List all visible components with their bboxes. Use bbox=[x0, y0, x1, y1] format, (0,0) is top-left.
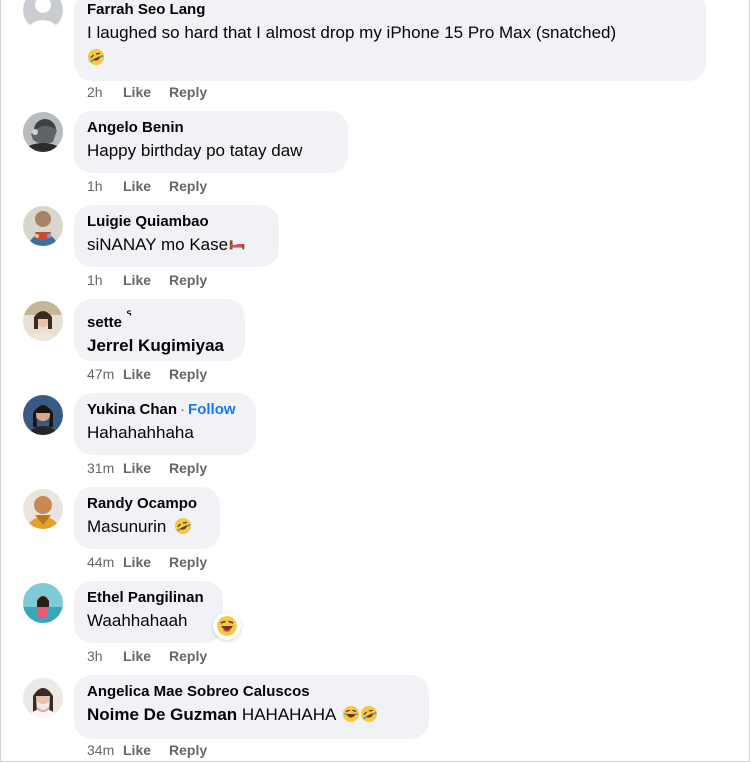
comment-meta: 47m Like Reply bbox=[87, 366, 225, 382]
reply-button[interactable]: Reply bbox=[169, 648, 207, 664]
comment-bubble: Luigie Quiambao siNANAY mo Kase bbox=[74, 205, 279, 267]
avatar[interactable] bbox=[23, 489, 63, 529]
commenter-name[interactable]: Farrah Seo Lang bbox=[87, 0, 694, 20]
comment-bubble: Angelo Benin Happy birthday po tatay daw bbox=[74, 111, 348, 173]
commenter-name[interactable]: Randy Ocampo bbox=[87, 494, 208, 514]
comment-meta: 3h Like Reply bbox=[87, 648, 225, 664]
haha-emoji-icon bbox=[342, 705, 360, 723]
timestamp[interactable]: 2h bbox=[87, 84, 123, 100]
haha-reaction-icon[interactable] bbox=[213, 612, 241, 640]
avatar[interactable] bbox=[23, 301, 63, 341]
mention-link[interactable]: Jerrel Kugimiyaa bbox=[87, 336, 224, 355]
commenter-name[interactable]: sette ᕐ bbox=[87, 306, 233, 333]
comment-meta: 31m Like Reply bbox=[87, 460, 225, 476]
comment-text: I laughed so hard that I almost drop my … bbox=[87, 23, 617, 42]
reply-button[interactable]: Reply bbox=[169, 366, 207, 382]
timestamp[interactable]: 31m bbox=[87, 460, 123, 476]
reply-button[interactable]: Reply bbox=[169, 554, 207, 570]
comment-bubble: Ethel Pangilinan Waahhahaah bbox=[74, 581, 223, 643]
like-button[interactable]: Like bbox=[123, 272, 151, 288]
timestamp[interactable]: 1h bbox=[87, 178, 123, 194]
follow-button[interactable]: Follow bbox=[188, 401, 236, 418]
timestamp[interactable]: 34m bbox=[87, 742, 123, 758]
like-button[interactable]: Like bbox=[123, 554, 151, 570]
comment-text: siNANAY mo Kase bbox=[87, 232, 267, 257]
avatar[interactable] bbox=[23, 0, 63, 30]
comment-section: Farrah Seo Lang I laughed so hard that I… bbox=[0, 0, 750, 762]
comment-bubble: sette ᕐ Jerrel Kugimiyaa bbox=[74, 299, 245, 361]
like-button[interactable]: Like bbox=[123, 460, 151, 476]
reply-button[interactable]: Reply bbox=[169, 742, 207, 758]
rofl-emoji-icon bbox=[174, 517, 192, 535]
comment-bubble: Farrah Seo Lang I laughed so hard that I… bbox=[74, 0, 706, 81]
comment-text: Jerrel Kugimiyaa bbox=[87, 333, 233, 358]
reply-button[interactable]: Reply bbox=[169, 272, 207, 288]
avatar[interactable] bbox=[23, 206, 63, 246]
comment-text: Noime De Guzman HAHAHAHA bbox=[87, 702, 417, 727]
comment-text: Happy birthday po tatay daw bbox=[87, 141, 303, 160]
like-button[interactable]: Like bbox=[123, 366, 151, 382]
like-button[interactable]: Like bbox=[123, 648, 151, 664]
rofl-emoji-icon bbox=[87, 48, 105, 66]
rofl-emoji-icon bbox=[360, 705, 378, 723]
comment-meta: 44m Like Reply bbox=[87, 554, 225, 570]
comment-meta: 1h Like Reply bbox=[87, 178, 225, 194]
comment-meta: 1h Like Reply bbox=[87, 272, 225, 288]
timestamp[interactable]: 1h bbox=[87, 272, 123, 288]
comment-meta: 34m Like Reply bbox=[87, 742, 225, 758]
reply-button[interactable]: Reply bbox=[169, 460, 207, 476]
commenter-name-link[interactable]: Yukina Chan bbox=[87, 401, 177, 418]
comment-text: Hahahahhaha bbox=[87, 423, 194, 442]
timestamp[interactable]: 44m bbox=[87, 554, 123, 570]
commenter-name[interactable]: Ethel Pangilinan bbox=[87, 588, 211, 608]
comment-bubble: Randy Ocampo Masunurin bbox=[74, 487, 220, 549]
avatar[interactable] bbox=[23, 678, 63, 718]
comment-bubble: Angelica Mae Sobreo Caluscos Noime De Gu… bbox=[74, 675, 429, 739]
bed-emoji-icon bbox=[228, 235, 246, 253]
like-button[interactable]: Like bbox=[123, 742, 151, 758]
timestamp[interactable]: 3h bbox=[87, 648, 123, 664]
like-button[interactable]: Like bbox=[123, 84, 151, 100]
comment-bubble: Yukina Chan · Follow Hahahahhaha bbox=[74, 393, 256, 455]
commenter-name[interactable]: Angelo Benin bbox=[87, 118, 336, 138]
comment-text: Waahhahaah bbox=[87, 611, 188, 630]
avatar[interactable] bbox=[23, 112, 63, 152]
comment-meta: 2h Like Reply bbox=[87, 84, 225, 100]
commenter-name: Yukina Chan · Follow bbox=[87, 401, 236, 418]
avatar[interactable] bbox=[23, 395, 63, 435]
mention-link[interactable]: Noime De Guzman bbox=[87, 705, 237, 724]
commenter-name[interactable]: Angelica Mae Sobreo Caluscos bbox=[87, 682, 417, 702]
timestamp[interactable]: 47m bbox=[87, 366, 123, 382]
like-button[interactable]: Like bbox=[123, 178, 151, 194]
comment-text: Masunurin bbox=[87, 514, 208, 539]
commenter-name[interactable]: Luigie Quiambao bbox=[87, 212, 267, 232]
avatar[interactable] bbox=[23, 583, 63, 623]
reply-button[interactable]: Reply bbox=[169, 178, 207, 194]
reply-button[interactable]: Reply bbox=[169, 84, 207, 100]
